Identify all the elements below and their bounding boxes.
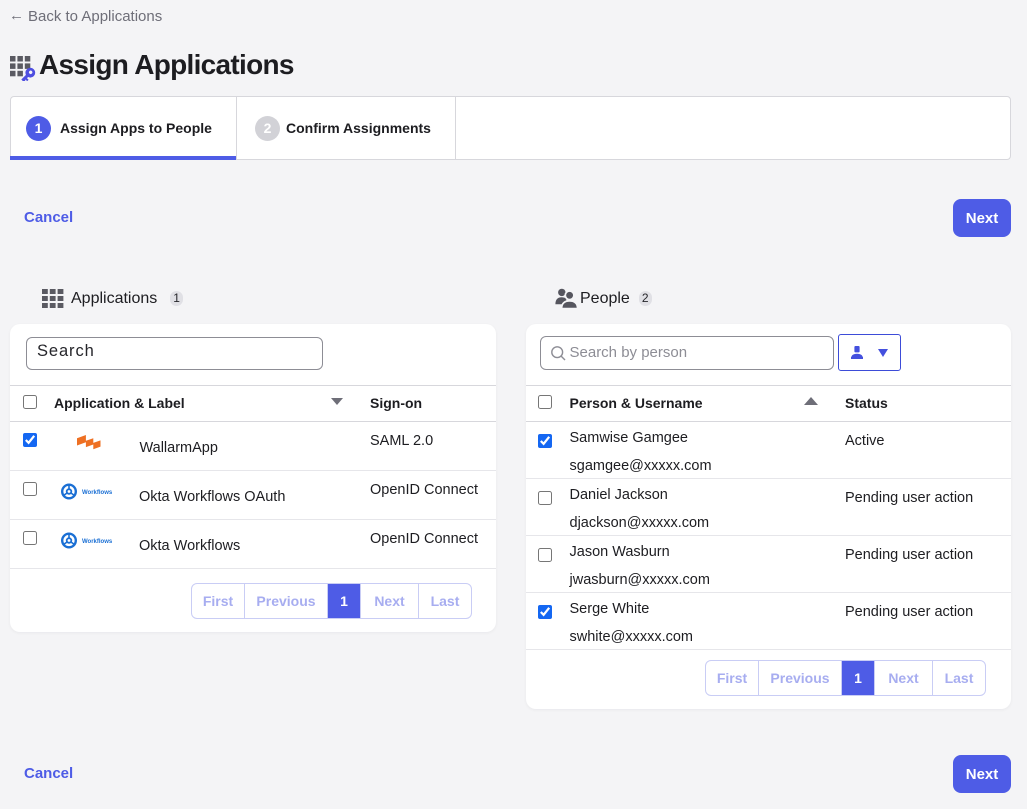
svg-text:Workflows: Workflows <box>82 539 113 545</box>
svg-text:Workflows: Workflows <box>82 490 113 496</box>
